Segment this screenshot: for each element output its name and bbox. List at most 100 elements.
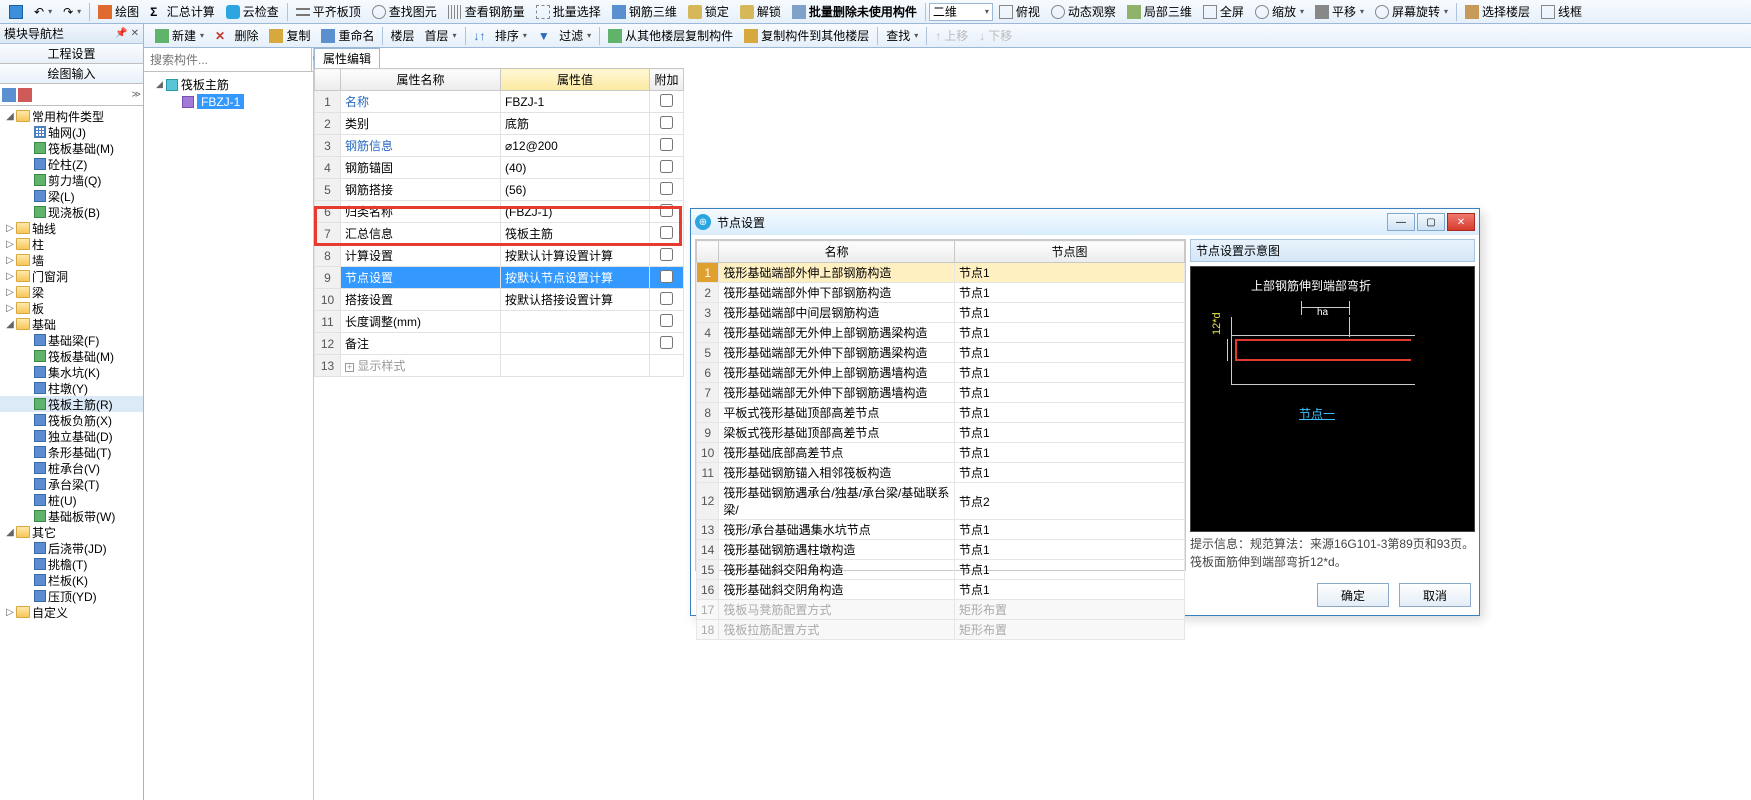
unlock-button[interactable]: 解锁 bbox=[735, 1, 786, 23]
prop-row[interactable]: 9节点设置按默认节点设置计算 bbox=[315, 267, 684, 289]
undo-button[interactable]: ↶▾ bbox=[29, 1, 57, 23]
tree-leaf[interactable]: 挑檐(T) bbox=[0, 556, 143, 572]
top-view-button[interactable]: 俯视 bbox=[994, 1, 1045, 23]
align-top-button[interactable]: 平齐板顶 bbox=[291, 1, 366, 23]
prop-row[interactable]: 3钢筋信息⌀12@200 bbox=[315, 135, 684, 157]
ok-button[interactable]: 确定 bbox=[1317, 583, 1389, 607]
tree-leaf[interactable]: 筏板基础(M) bbox=[0, 348, 143, 364]
rotate-screen-button[interactable]: 屏幕旋转▾ bbox=[1370, 1, 1453, 23]
prop-row[interactable]: 11长度调整(mm) bbox=[315, 311, 684, 333]
local-3d-button[interactable]: 局部三维 bbox=[1122, 1, 1197, 23]
tree-group[interactable]: ▷自定义 bbox=[0, 604, 143, 620]
batch-del-unused-button[interactable]: 批量删除未使用构件 bbox=[787, 1, 922, 23]
tree-leaf[interactable]: 砼柱(Z) bbox=[0, 156, 143, 172]
tree-group[interactable]: ▷板 bbox=[0, 300, 143, 316]
prop-row[interactable]: 4钢筋锚固(40) bbox=[315, 157, 684, 179]
tree-leaf[interactable]: 筏板基础(M) bbox=[0, 140, 143, 156]
prop-row[interactable]: 6归类名称(FBZJ-1) bbox=[315, 201, 684, 223]
tree-leaf[interactable]: 栏板(K) bbox=[0, 572, 143, 588]
tree-group[interactable]: ◢基础 bbox=[0, 316, 143, 332]
tree-leaf[interactable]: 桩承台(V) bbox=[0, 460, 143, 476]
tree-leaf[interactable]: 筏板负筋(X) bbox=[0, 412, 143, 428]
move-down-button[interactable]: ↓ 下移 bbox=[974, 25, 1017, 47]
add-checkbox[interactable] bbox=[660, 292, 673, 305]
prop-row[interactable]: 10搭接设置按默认搭接设置计算 bbox=[315, 289, 684, 311]
redo-button[interactable]: ↷▾ bbox=[58, 1, 86, 23]
tree-group[interactable]: ▷墙 bbox=[0, 252, 143, 268]
tree-leaf[interactable]: 独立基础(D) bbox=[0, 428, 143, 444]
node-row[interactable]: 14筏形基础钢筋遇柱墩构造节点1 bbox=[697, 540, 1185, 560]
add-checkbox[interactable] bbox=[660, 116, 673, 129]
pan-button[interactable]: 平移▾ bbox=[1310, 1, 1369, 23]
tab-draw-input[interactable]: 绘图输入 bbox=[0, 64, 143, 84]
cloud-check-button[interactable]: 云检查 bbox=[221, 1, 284, 23]
search-input[interactable] bbox=[144, 48, 311, 71]
add-checkbox[interactable] bbox=[660, 248, 673, 261]
find-element-button[interactable]: 查找图元 bbox=[367, 1, 442, 23]
mini-icon-2[interactable] bbox=[18, 88, 32, 102]
node-row[interactable]: 5筏形基础端部无外伸下部钢筋遇梁构造节点1 bbox=[697, 343, 1185, 363]
node-row[interactable]: 15筏形基础斜交阳角构造节点1 bbox=[697, 560, 1185, 580]
node-row[interactable]: 10筏形基础底部高差节点节点1 bbox=[697, 443, 1185, 463]
add-checkbox[interactable] bbox=[660, 182, 673, 195]
copy-from-floor-button[interactable]: 从其他楼层复制构件 bbox=[603, 25, 738, 47]
prop-row[interactable]: 7汇总信息筏板主筋 bbox=[315, 223, 684, 245]
tree-root-item[interactable]: ◢ 筏板主筋 bbox=[146, 76, 311, 93]
add-checkbox[interactable] bbox=[660, 226, 673, 239]
tree-leaf[interactable]: 条形基础(T) bbox=[0, 444, 143, 460]
tree-leaf[interactable]: 轴网(J) bbox=[0, 124, 143, 140]
node-row[interactable]: 12筏形基础钢筋遇承台/独基/承台梁/基础联系梁/节点2 bbox=[697, 483, 1185, 520]
tree-group[interactable]: ▷门窗洞 bbox=[0, 268, 143, 284]
node-row[interactable]: 4筏形基础端部无外伸上部钢筋遇梁构造节点1 bbox=[697, 323, 1185, 343]
node-row[interactable]: 1筏形基础端部外伸上部钢筋构造节点1 bbox=[697, 263, 1185, 283]
mini-icon-1[interactable] bbox=[2, 88, 16, 102]
node-row[interactable]: 16筏形基础斜交阴角构造节点1 bbox=[697, 580, 1185, 600]
tree-group[interactable]: ▷轴线 bbox=[0, 220, 143, 236]
draw-button[interactable]: 绘图 bbox=[93, 1, 144, 23]
tree-leaf[interactable]: 基础板带(W) bbox=[0, 508, 143, 524]
select-floor-button[interactable]: 选择楼层 bbox=[1460, 1, 1535, 23]
tree-group[interactable]: ▷柱 bbox=[0, 236, 143, 252]
add-checkbox[interactable] bbox=[660, 336, 673, 349]
zoom-button[interactable]: 缩放▾ bbox=[1250, 1, 1309, 23]
dialog-close-button[interactable]: ✕ bbox=[1447, 213, 1475, 231]
node-row[interactable]: 3筏形基础端部中间层钢筋构造节点1 bbox=[697, 303, 1185, 323]
node-row[interactable]: 7筏形基础端部无外伸下部钢筋遇墙构造节点1 bbox=[697, 383, 1185, 403]
prop-row[interactable]: 2类别底筋 bbox=[315, 113, 684, 135]
node-row[interactable]: 13筏形/承台基础遇集水坑节点节点1 bbox=[697, 520, 1185, 540]
add-checkbox[interactable] bbox=[660, 314, 673, 327]
dialog-maximize-button[interactable]: ▢ bbox=[1417, 213, 1445, 231]
sum-calc-button[interactable]: Σ 汇总计算 bbox=[145, 1, 220, 23]
find-button[interactable]: 查找▾ bbox=[881, 25, 923, 47]
nav-pin-icon[interactable]: 📌 bbox=[115, 28, 127, 39]
tree-leaf[interactable]: 基础梁(F) bbox=[0, 332, 143, 348]
tree-leaf[interactable]: 后浇带(JD) bbox=[0, 540, 143, 556]
fullscreen-button[interactable]: 全屏 bbox=[1198, 1, 1249, 23]
orbit-button[interactable]: 动态观察 bbox=[1046, 1, 1121, 23]
add-checkbox[interactable] bbox=[660, 138, 673, 151]
prop-row[interactable]: 1名称FBZJ-1 bbox=[315, 91, 684, 113]
dialog-titlebar[interactable]: ⊕ 节点设置 ― ▢ ✕ bbox=[691, 209, 1479, 235]
rename-button[interactable]: 重命名 bbox=[316, 25, 379, 47]
floor-select-button[interactable]: 首层▾ bbox=[420, 25, 462, 47]
tree-leaf[interactable]: 筏板主筋(R) bbox=[0, 396, 143, 412]
prop-row[interactable]: 8计算设置按默认计算设置计算 bbox=[315, 245, 684, 267]
tree-child-item[interactable]: FBZJ-1 bbox=[146, 93, 311, 110]
batch-select-button[interactable]: 批量选择 bbox=[531, 1, 606, 23]
save-button[interactable] bbox=[4, 1, 28, 23]
prop-row[interactable]: 12备注 bbox=[315, 333, 684, 355]
prop-row[interactable]: 13+ 显示样式 bbox=[315, 355, 684, 377]
sort-button[interactable]: ↓↑ 排序▾ bbox=[469, 25, 532, 47]
tree-leaf[interactable]: 剪力墙(Q) bbox=[0, 172, 143, 188]
prop-row[interactable]: 5钢筋搭接(56) bbox=[315, 179, 684, 201]
add-checkbox[interactable] bbox=[660, 94, 673, 107]
new-button[interactable]: 新建▾ bbox=[150, 25, 209, 47]
delete-button[interactable]: ✕ 删除 bbox=[210, 25, 263, 47]
tree-leaf[interactable]: 现浇板(B) bbox=[0, 204, 143, 220]
rebar-3d-button[interactable]: 钢筋三维 bbox=[607, 1, 682, 23]
add-checkbox[interactable] bbox=[660, 270, 673, 283]
node-row[interactable]: 17筏板马凳筋配置方式矩形布置 bbox=[697, 600, 1185, 620]
add-checkbox[interactable] bbox=[660, 204, 673, 217]
node-row[interactable]: 9梁板式筏形基础顶部高差节点节点1 bbox=[697, 423, 1185, 443]
tree-leaf[interactable]: 承台梁(T) bbox=[0, 476, 143, 492]
